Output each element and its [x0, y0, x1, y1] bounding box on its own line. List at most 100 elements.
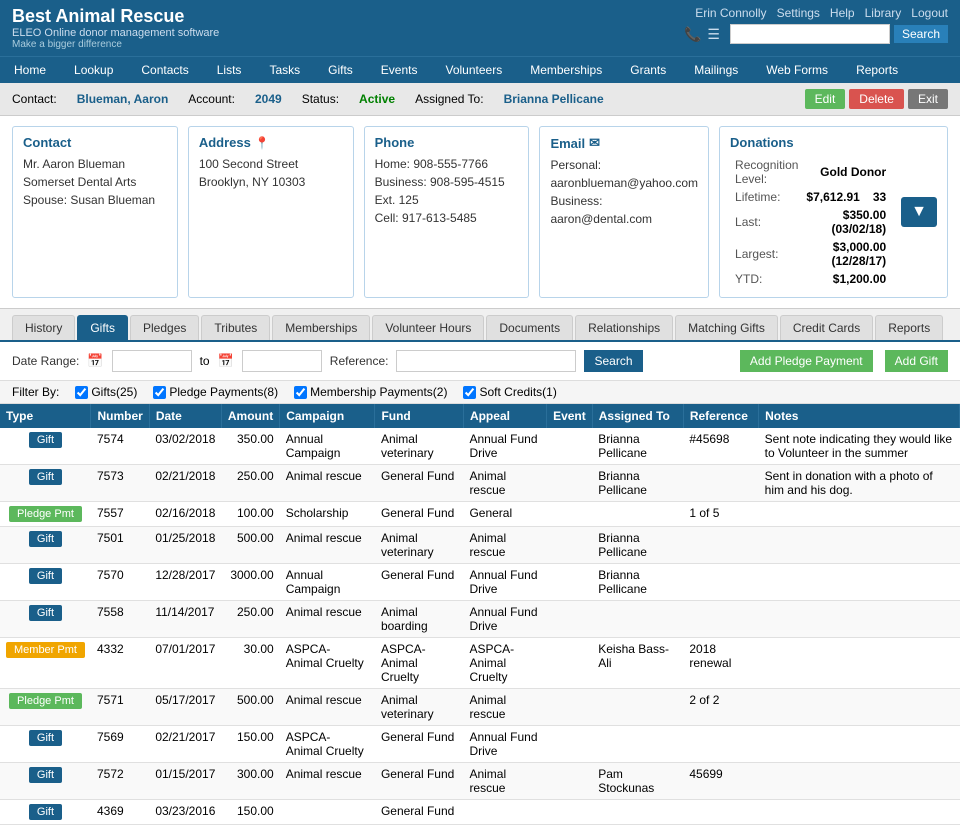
nav-home[interactable]: Home — [0, 57, 60, 83]
tab-pledges[interactable]: Pledges — [130, 315, 199, 340]
cell-assigned-to — [592, 502, 683, 527]
address-line2: Brooklyn, NY 10303 — [199, 173, 343, 191]
tab-history[interactable]: History — [12, 315, 75, 340]
tab-volunteer-hours[interactable]: Volunteer Hours — [372, 315, 484, 340]
type-button[interactable]: Gift — [29, 568, 62, 584]
cell-type[interactable]: Gift — [0, 601, 91, 638]
col-type: Type — [0, 404, 91, 428]
cell-reference — [683, 800, 758, 825]
cell-appeal: Annual Fund Drive — [463, 428, 546, 465]
address-card: Address 📍 100 Second Street Brooklyn, NY… — [188, 126, 354, 298]
cell-fund: General Fund — [375, 564, 464, 601]
nav-grants[interactable]: Grants — [616, 57, 680, 83]
help-link[interactable]: Help — [830, 6, 855, 20]
tab-gifts[interactable]: Gifts — [77, 315, 128, 340]
tab-matching-gifts[interactable]: Matching Gifts — [675, 315, 778, 340]
cell-reference: 1 of 5 — [683, 502, 758, 527]
phone-card: Phone Home: 908-555-7766 Business: 908-5… — [364, 126, 530, 298]
cell-campaign: Animal rescue — [280, 527, 375, 564]
contact-value[interactable]: Blueman, Aaron — [77, 92, 169, 106]
cell-amount: 250.00 — [221, 465, 279, 502]
logout-link[interactable]: Logout — [911, 6, 948, 20]
cell-type[interactable]: Pledge Pmt — [0, 689, 91, 726]
filter-membership-payments[interactable]: Membership Payments(2) — [294, 385, 447, 399]
add-pledge-payment-button[interactable]: Add Pledge Payment — [740, 350, 873, 372]
cell-type[interactable]: Gift — [0, 763, 91, 800]
col-fund: Fund — [375, 404, 464, 428]
edit-button[interactable]: Edit — [805, 89, 846, 109]
nav-reports[interactable]: Reports — [842, 57, 912, 83]
nav-lists[interactable]: Lists — [203, 57, 256, 83]
date-to-label: to — [200, 354, 210, 368]
type-button[interactable]: Gift — [29, 804, 62, 820]
delete-button[interactable]: Delete — [849, 89, 904, 109]
date-from-icon[interactable]: 📅 — [87, 353, 103, 369]
filter-gifts[interactable]: Gifts(25) — [75, 385, 137, 399]
type-button[interactable]: Gift — [29, 767, 62, 783]
library-link[interactable]: Library — [865, 6, 902, 20]
exit-button[interactable]: Exit — [908, 89, 948, 109]
filter-soft-credits[interactable]: Soft Credits(1) — [463, 385, 556, 399]
search-button[interactable]: Search — [584, 350, 642, 372]
email-card: Email ✉ Personal: aaronblueman@yahoo.com… — [539, 126, 709, 298]
type-button[interactable]: Gift — [29, 730, 62, 746]
tab-credit-cards[interactable]: Credit Cards — [780, 315, 873, 340]
filter-by-label: Filter By: — [12, 385, 59, 399]
global-search-button[interactable]: Search — [894, 25, 948, 43]
date-to-input[interactable] — [242, 350, 322, 372]
address-line1: 100 Second Street — [199, 155, 343, 173]
email-icon: ✉ — [589, 135, 600, 151]
add-gift-button[interactable]: Add Gift — [885, 350, 948, 372]
reference-input[interactable] — [396, 350, 576, 372]
recognition-value: Gold Donor — [803, 157, 889, 187]
nav-tasks[interactable]: Tasks — [255, 57, 314, 83]
cell-type[interactable]: Gift — [0, 428, 91, 465]
tab-documents[interactable]: Documents — [486, 315, 573, 340]
type-button[interactable]: Gift — [29, 469, 62, 485]
global-search-input[interactable] — [730, 24, 890, 44]
cell-date: 07/01/2017 — [149, 638, 221, 689]
cell-type[interactable]: Gift — [0, 527, 91, 564]
cell-event — [547, 428, 593, 465]
nav-volunteers[interactable]: Volunteers — [431, 57, 516, 83]
cell-assigned-to — [592, 601, 683, 638]
col-amount: Amount — [221, 404, 279, 428]
nav-gifts[interactable]: Gifts — [314, 57, 367, 83]
assigned-label: Assigned To: — [415, 92, 484, 106]
account-value[interactable]: 2049 — [255, 92, 282, 106]
nav-webforms[interactable]: Web Forms — [752, 57, 842, 83]
date-from-input[interactable] — [112, 350, 192, 372]
type-button[interactable]: Pledge Pmt — [9, 506, 82, 522]
cell-amount: 150.00 — [221, 800, 279, 825]
cell-type[interactable]: Gift — [0, 800, 91, 825]
cell-type[interactable]: Pledge Pmt — [0, 502, 91, 527]
assigned-value: Brianna Pellicane — [504, 92, 604, 106]
type-button[interactable]: Member Pmt — [6, 642, 85, 658]
tab-reports[interactable]: Reports — [875, 315, 943, 340]
nav-mailings[interactable]: Mailings — [680, 57, 752, 83]
tab-relationships[interactable]: Relationships — [575, 315, 673, 340]
cell-reference — [683, 465, 758, 502]
type-button[interactable]: Gift — [29, 605, 62, 621]
tab-memberships[interactable]: Memberships — [272, 315, 370, 340]
cell-type[interactable]: Gift — [0, 465, 91, 502]
donations-expand-button[interactable]: ▼ — [901, 197, 937, 227]
cell-type[interactable]: Member Pmt — [0, 638, 91, 689]
last-value: $350.00 (03/02/18) — [803, 207, 889, 237]
date-to-icon[interactable]: 📅 — [218, 353, 234, 369]
nav-lookup[interactable]: Lookup — [60, 57, 127, 83]
tab-tributes[interactable]: Tributes — [201, 315, 270, 340]
cell-type[interactable]: Gift — [0, 564, 91, 601]
nav-contacts[interactable]: Contacts — [127, 57, 202, 83]
filter-pledge-payments[interactable]: Pledge Payments(8) — [153, 385, 278, 399]
settings-link[interactable]: Settings — [777, 6, 820, 20]
type-button[interactable]: Pledge Pmt — [9, 693, 82, 709]
user-name-link[interactable]: Erin Connolly — [695, 6, 766, 20]
cell-amount: 30.00 — [221, 638, 279, 689]
nav-events[interactable]: Events — [367, 57, 432, 83]
type-button[interactable]: Gift — [29, 531, 62, 547]
cell-type[interactable]: Gift — [0, 726, 91, 763]
type-button[interactable]: Gift — [29, 432, 62, 448]
nav-memberships[interactable]: Memberships — [516, 57, 616, 83]
phone-icon: 📞 — [684, 26, 701, 43]
